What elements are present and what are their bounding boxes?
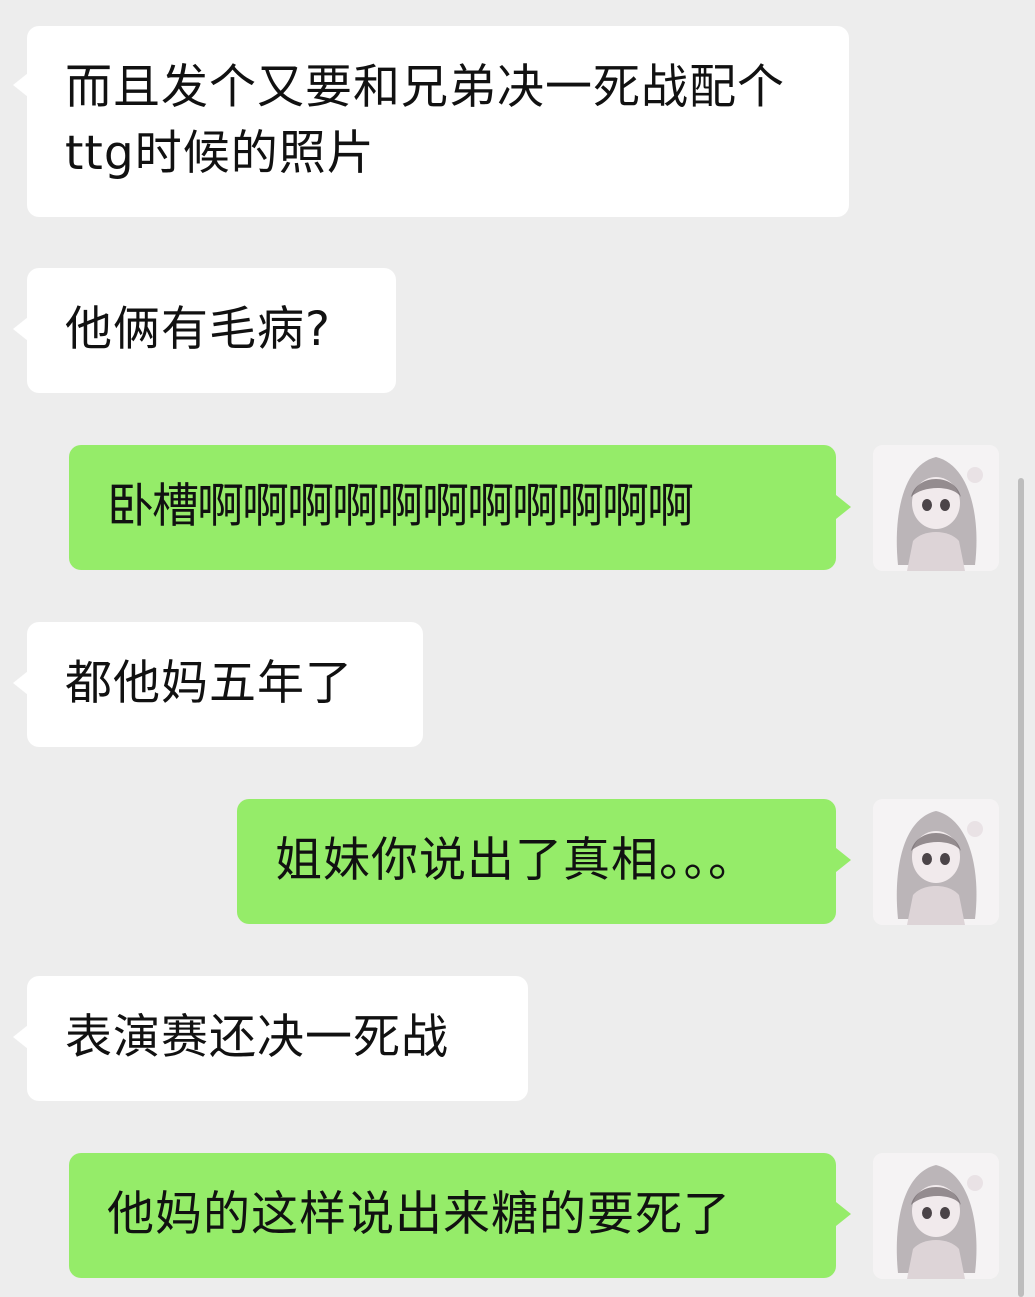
- outgoing-message-bubble[interactable]: 卧槽啊啊啊啊啊啊啊啊啊啊啊: [69, 445, 836, 570]
- bubble-tail: [13, 73, 28, 97]
- message-text: 姐妹你说出了真相。。。: [275, 833, 756, 888]
- avatar[interactable]: [873, 799, 999, 925]
- message-text: 都他妈五年了: [65, 656, 353, 711]
- bubble-tail: [836, 848, 851, 872]
- anime-girl-avatar-icon: [873, 799, 999, 925]
- message-text: 卧槽啊啊啊啊啊啊啊啊啊啊啊: [107, 479, 694, 534]
- message-text: 而且发个又要和兄弟决一死战配个ttg时候的照片: [65, 60, 785, 181]
- bubble-tail: [836, 495, 851, 519]
- incoming-message-bubble[interactable]: 表演赛还决一死战: [27, 976, 528, 1101]
- anime-girl-avatar-icon: [873, 445, 999, 571]
- message-text: 他俩有毛病?: [65, 302, 331, 357]
- scrollbar[interactable]: [1018, 478, 1024, 1297]
- incoming-message-bubble[interactable]: 都他妈五年了: [27, 622, 423, 747]
- outgoing-message-bubble[interactable]: 他妈的这样说出来糖的要死了: [69, 1153, 836, 1278]
- incoming-message-bubble[interactable]: 而且发个又要和兄弟决一死战配个ttg时候的照片: [27, 26, 849, 217]
- bubble-tail: [13, 317, 28, 341]
- bubble-tail: [13, 1025, 28, 1049]
- message-text: 表演赛还决一死战: [65, 1010, 449, 1065]
- chat-view[interactable]: 而且发个又要和兄弟决一死战配个ttg时候的照片 他俩有毛病? 卧槽啊啊啊啊啊啊啊…: [0, 0, 1035, 1297]
- outgoing-message-bubble[interactable]: 姐妹你说出了真相。。。: [237, 799, 836, 924]
- message-text: 他妈的这样说出来糖的要死了: [107, 1187, 731, 1242]
- anime-girl-avatar-icon: [873, 1153, 999, 1279]
- avatar[interactable]: [873, 445, 999, 571]
- avatar[interactable]: [873, 1153, 999, 1279]
- bubble-tail: [13, 671, 28, 695]
- bubble-tail: [836, 1202, 851, 1226]
- incoming-message-bubble[interactable]: 他俩有毛病?: [27, 268, 396, 393]
